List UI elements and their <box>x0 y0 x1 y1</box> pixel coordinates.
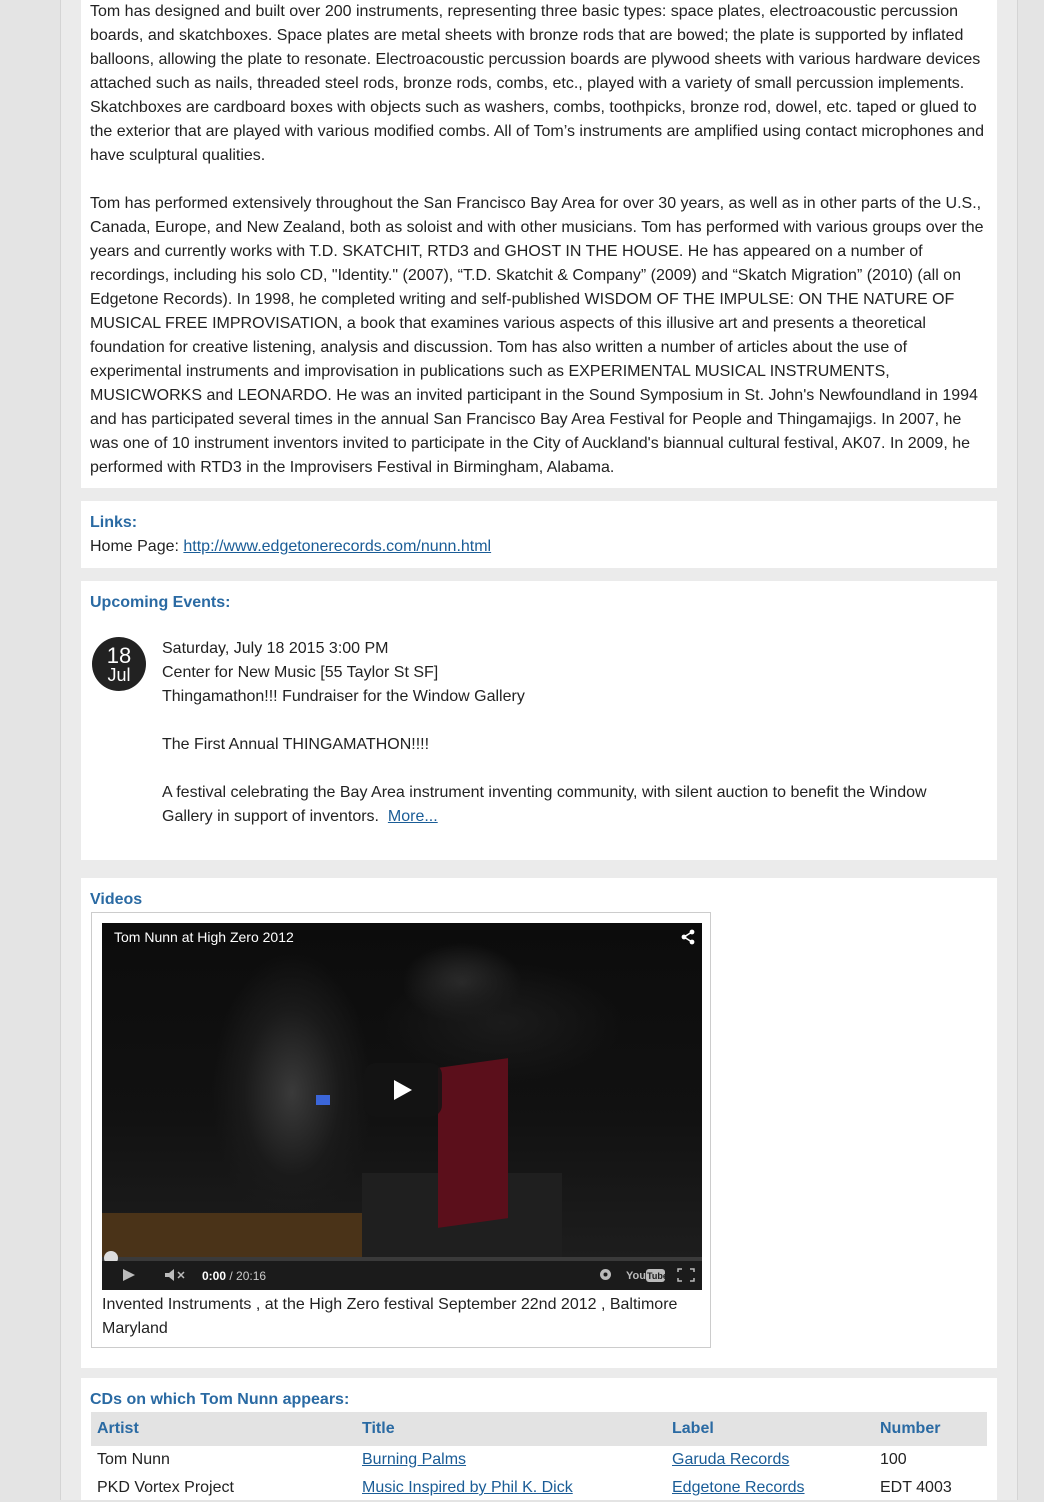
column-artist[interactable]: Artist <box>91 1412 356 1446</box>
fullscreen-icon[interactable] <box>677 1268 695 1285</box>
cds-heading: CDs on which Tom Nunn appears: <box>90 1391 350 1408</box>
event-title: Thingamathon!!! Fundraiser for the Windo… <box>162 688 525 705</box>
event-more-link[interactable]: More... <box>388 808 438 825</box>
cd-number: EDT 4003 <box>880 1479 952 1496</box>
share-icon[interactable] <box>680 929 696 950</box>
settings-icon[interactable] <box>599 1268 612 1284</box>
videos-heading: Videos <box>90 891 143 908</box>
cd-artist: PKD Vortex Project <box>97 1479 234 1496</box>
table-header-row: Artist Title Label Number <box>91 1412 987 1446</box>
event-details: Saturday, July 18 2015 3:00 PM Center fo… <box>162 637 962 829</box>
bio-paragraph-2: Tom has performed extensively throughout… <box>90 195 984 476</box>
play-icon <box>394 1080 412 1100</box>
svg-text:Tube: Tube <box>647 1271 666 1281</box>
video-controls: 0:00 / 20:16 You Tube <box>102 1261 702 1290</box>
cd-label-link[interactable]: Garuda Records <box>672 1451 789 1468</box>
links-section: Links: Home Page: http://www.edgetonerec… <box>81 501 997 568</box>
event-description-line: A festival celebrating the Bay Area inst… <box>162 781 952 829</box>
home-page-label: Home Page: <box>90 538 184 555</box>
video-player[interactable]: Tom Nunn at High Zero 2012 0:00 / 20:16 <box>102 923 702 1290</box>
events-heading: Upcoming Events: <box>90 594 231 611</box>
table-row: Tom Nunn Burning Palms Garuda Records 10… <box>91 1446 987 1474</box>
event-datetime: Saturday, July 18 2015 3:00 PM <box>162 640 389 657</box>
youtube-logo[interactable]: You Tube <box>626 1267 668 1286</box>
column-number[interactable]: Number <box>874 1412 987 1446</box>
upcoming-events-section: Upcoming Events: 18 Jul Saturday, July 1… <box>81 581 997 860</box>
volume-muted-icon[interactable] <box>164 1268 186 1285</box>
table-row: PKD Vortex Project Music Inspired by Phi… <box>91 1474 987 1502</box>
home-page-link[interactable]: http://www.edgetonerecords.com/nunn.html <box>183 538 491 555</box>
play-icon[interactable] <box>122 1268 136 1285</box>
video-card: Tom Nunn at High Zero 2012 0:00 / 20:16 <box>91 912 711 1348</box>
column-label[interactable]: Label <box>666 1412 874 1446</box>
cd-title-link[interactable]: Music Inspired by Phil K. Dick <box>362 1479 573 1496</box>
bio-paragraph-1: Tom has designed and built over 200 inst… <box>90 3 985 164</box>
column-title[interactable]: Title <box>356 1412 666 1446</box>
time-total: / 20:16 <box>229 1269 267 1283</box>
home-page-line: Home Page: http://www.edgetonerecords.co… <box>90 538 491 556</box>
cds-table: Artist Title Label Number Tom Nunn Burni… <box>91 1412 987 1502</box>
videos-section: Videos Tom Nunn at High Zero 2012 0:00 /… <box>81 878 997 1368</box>
cds-section: CDs on which Tom Nunn appears: Artist Ti… <box>81 1378 997 1500</box>
event-month: Jul <box>107 665 131 685</box>
event-venue: Center for New Music [55 Taylor St SF] <box>162 664 439 681</box>
links-heading: Links: <box>90 514 138 531</box>
play-button[interactable] <box>364 1063 442 1117</box>
event-description: A festival celebrating the Bay Area inst… <box>162 784 927 825</box>
cd-artist: Tom Nunn <box>97 1451 170 1468</box>
event-date-badge: 18 Jul <box>92 637 146 691</box>
video-time: 0:00 / 20:16 <box>202 1269 266 1283</box>
event-tagline: The First Annual THINGAMATHON!!!! <box>162 736 430 753</box>
svg-text:You: You <box>626 1270 646 1282</box>
cd-title-link[interactable]: Burning Palms <box>362 1451 466 1468</box>
time-current: 0:00 <box>202 1269 227 1283</box>
bio-section: Tom has designed and built over 200 inst… <box>81 0 997 488</box>
cd-number: 100 <box>880 1451 907 1468</box>
video-caption: Invented Instruments , at the High Zero … <box>102 1296 678 1337</box>
video-title[interactable]: Tom Nunn at High Zero 2012 <box>114 929 294 945</box>
cd-label-link[interactable]: Edgetone Records <box>672 1479 805 1496</box>
event-day: 18 <box>106 643 132 668</box>
